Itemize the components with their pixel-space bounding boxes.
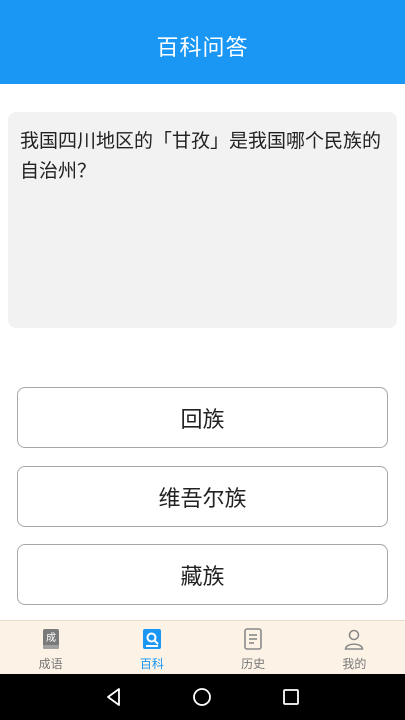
user-profile-icon [345,629,364,650]
encyclopedia-search-icon [142,629,161,649]
answer-option-1[interactable]: 回族 [17,387,388,448]
page-title: 百科问答 [156,36,249,61]
answer-option-3[interactable]: 藏族 [17,544,388,605]
tab-encyclopedia[interactable]: 百科 [101,621,202,674]
idiom-book-icon: 成 [42,629,59,649]
home-circle-icon[interactable] [190,685,214,709]
tab-encyclopedia-label: 百科 [139,657,164,671]
tab-history-label: 历史 [241,657,266,671]
back-triangle-icon[interactable] [102,685,126,709]
answer-option-2[interactable]: 维吾尔族 [17,466,388,527]
recents-square-icon[interactable] [279,685,303,709]
tab-history[interactable]: 历史 [203,621,304,674]
tab-profile[interactable]: 我的 [304,621,405,674]
question-card: 我国四川地区的「甘孜」是我国哪个民族的自治州？ [8,112,397,328]
tab-profile-label: 我的 [342,657,367,671]
history-document-icon [244,628,262,650]
question-text: 我国四川地区的「甘孜」是我国哪个民族的自治州？ [20,130,382,182]
idiom-icon-glyph: 成 [46,632,56,644]
tab-idiom-label: 成语 [38,657,63,671]
bottom-tab-bar: 成 成语 百科 历史 我的 [0,620,405,674]
app-screen: 百科问答 我国四川地区的「甘孜」是我国哪个民族的自治州？ 回族 维吾尔族 藏族 … [0,0,405,720]
header-bar: 百科问答 [0,0,405,84]
system-nav-bar [0,674,405,720]
tab-idiom[interactable]: 成 成语 [0,621,101,674]
